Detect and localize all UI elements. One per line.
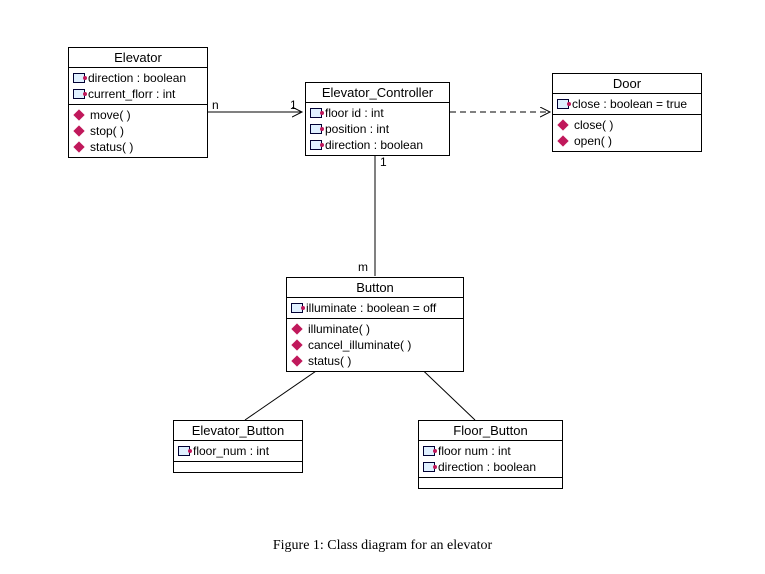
op-text: status( ) bbox=[90, 140, 133, 154]
attr-text: direction : boolean bbox=[88, 71, 186, 85]
op-row: move( ) bbox=[73, 107, 203, 123]
ops-section: move( ) stop( ) status( ) bbox=[69, 105, 207, 157]
attr-icon bbox=[423, 446, 435, 456]
op-text: close( ) bbox=[574, 118, 613, 132]
attr-icon bbox=[73, 89, 85, 99]
ops-section bbox=[174, 462, 302, 472]
class-button: Button illuminate : boolean = off illumi… bbox=[286, 277, 464, 372]
class-floor-button: Floor_Button floor num : int direction :… bbox=[418, 420, 563, 489]
mult-one-b: 1 bbox=[380, 155, 387, 169]
attr-text: position : int bbox=[325, 122, 389, 136]
attr-icon bbox=[423, 462, 435, 472]
op-text: illuminate( ) bbox=[308, 322, 370, 336]
class-controller: Elevator_Controller floor id : int posit… bbox=[305, 82, 450, 156]
attr-text: floor id : int bbox=[325, 106, 384, 120]
attr-row: floor id : int bbox=[310, 105, 445, 121]
op-row: open( ) bbox=[557, 133, 697, 149]
class-title: Floor_Button bbox=[419, 421, 562, 441]
attr-row: direction : boolean bbox=[423, 459, 558, 475]
attr-icon bbox=[310, 140, 322, 150]
ops-section: illuminate( ) cancel_illuminate( ) statu… bbox=[287, 319, 463, 371]
attr-icon bbox=[310, 108, 322, 118]
mult-n: n bbox=[212, 98, 219, 112]
op-icon bbox=[73, 125, 84, 136]
attr-row: illuminate : boolean = off bbox=[291, 300, 459, 316]
op-icon bbox=[73, 141, 84, 152]
op-row: illuminate( ) bbox=[291, 321, 459, 337]
ops-section bbox=[419, 478, 562, 488]
attr-icon bbox=[178, 446, 190, 456]
class-title: Elevator bbox=[69, 48, 207, 68]
attr-icon bbox=[310, 124, 322, 134]
class-elevator: Elevator direction : boolean current_flo… bbox=[68, 47, 208, 158]
op-row: cancel_illuminate( ) bbox=[291, 337, 459, 353]
op-row: status( ) bbox=[291, 353, 459, 369]
op-text: move( ) bbox=[90, 108, 131, 122]
class-title: Button bbox=[287, 278, 463, 298]
attr-icon bbox=[73, 73, 85, 83]
class-title: Elevator_Controller bbox=[306, 83, 449, 103]
ops-section: close( ) open( ) bbox=[553, 115, 701, 151]
attr-row: direction : boolean bbox=[310, 137, 445, 153]
op-icon bbox=[73, 109, 84, 120]
attr-row: close : boolean = true bbox=[557, 96, 697, 112]
attr-icon bbox=[291, 303, 303, 313]
attrs-section: floor id : int position : int direction … bbox=[306, 103, 449, 155]
op-icon bbox=[557, 119, 568, 130]
attr-text: direction : boolean bbox=[325, 138, 423, 152]
attrs-section: direction : boolean current_florr : int bbox=[69, 68, 207, 105]
mult-one-a: 1 bbox=[290, 98, 297, 112]
op-icon bbox=[291, 323, 302, 334]
attrs-section: floor num : int direction : boolean bbox=[419, 441, 562, 478]
attrs-section: close : boolean = true bbox=[553, 94, 701, 115]
attr-text: illuminate : boolean = off bbox=[306, 301, 436, 315]
attr-row: direction : boolean bbox=[73, 70, 203, 86]
attr-text: floor_num : int bbox=[193, 444, 269, 458]
op-icon bbox=[291, 339, 302, 350]
attr-text: current_florr : int bbox=[88, 87, 175, 101]
class-door: Door close : boolean = true close( ) ope… bbox=[552, 73, 702, 152]
op-icon bbox=[557, 135, 568, 146]
class-title: Door bbox=[553, 74, 701, 94]
op-text: stop( ) bbox=[90, 124, 124, 138]
figure-caption: Figure 1: Class diagram for an elevator bbox=[0, 538, 765, 554]
op-row: stop( ) bbox=[73, 123, 203, 139]
op-row: close( ) bbox=[557, 117, 697, 133]
attr-text: close : boolean = true bbox=[572, 97, 687, 111]
class-title: Elevator_Button bbox=[174, 421, 302, 441]
op-row: status( ) bbox=[73, 139, 203, 155]
op-text: open( ) bbox=[574, 134, 612, 148]
mult-m: m bbox=[358, 260, 368, 274]
op-text: status( ) bbox=[308, 354, 351, 368]
attr-row: position : int bbox=[310, 121, 445, 137]
attr-row: current_florr : int bbox=[73, 86, 203, 102]
attr-row: floor_num : int bbox=[178, 443, 298, 459]
class-elevator-button: Elevator_Button floor_num : int bbox=[173, 420, 303, 473]
attr-text: floor num : int bbox=[438, 444, 511, 458]
attr-text: direction : boolean bbox=[438, 460, 536, 474]
attr-row: floor num : int bbox=[423, 443, 558, 459]
attrs-section: floor_num : int bbox=[174, 441, 302, 462]
op-text: cancel_illuminate( ) bbox=[308, 338, 411, 352]
attrs-section: illuminate : boolean = off bbox=[287, 298, 463, 319]
op-icon bbox=[291, 355, 302, 366]
attr-icon bbox=[557, 99, 569, 109]
